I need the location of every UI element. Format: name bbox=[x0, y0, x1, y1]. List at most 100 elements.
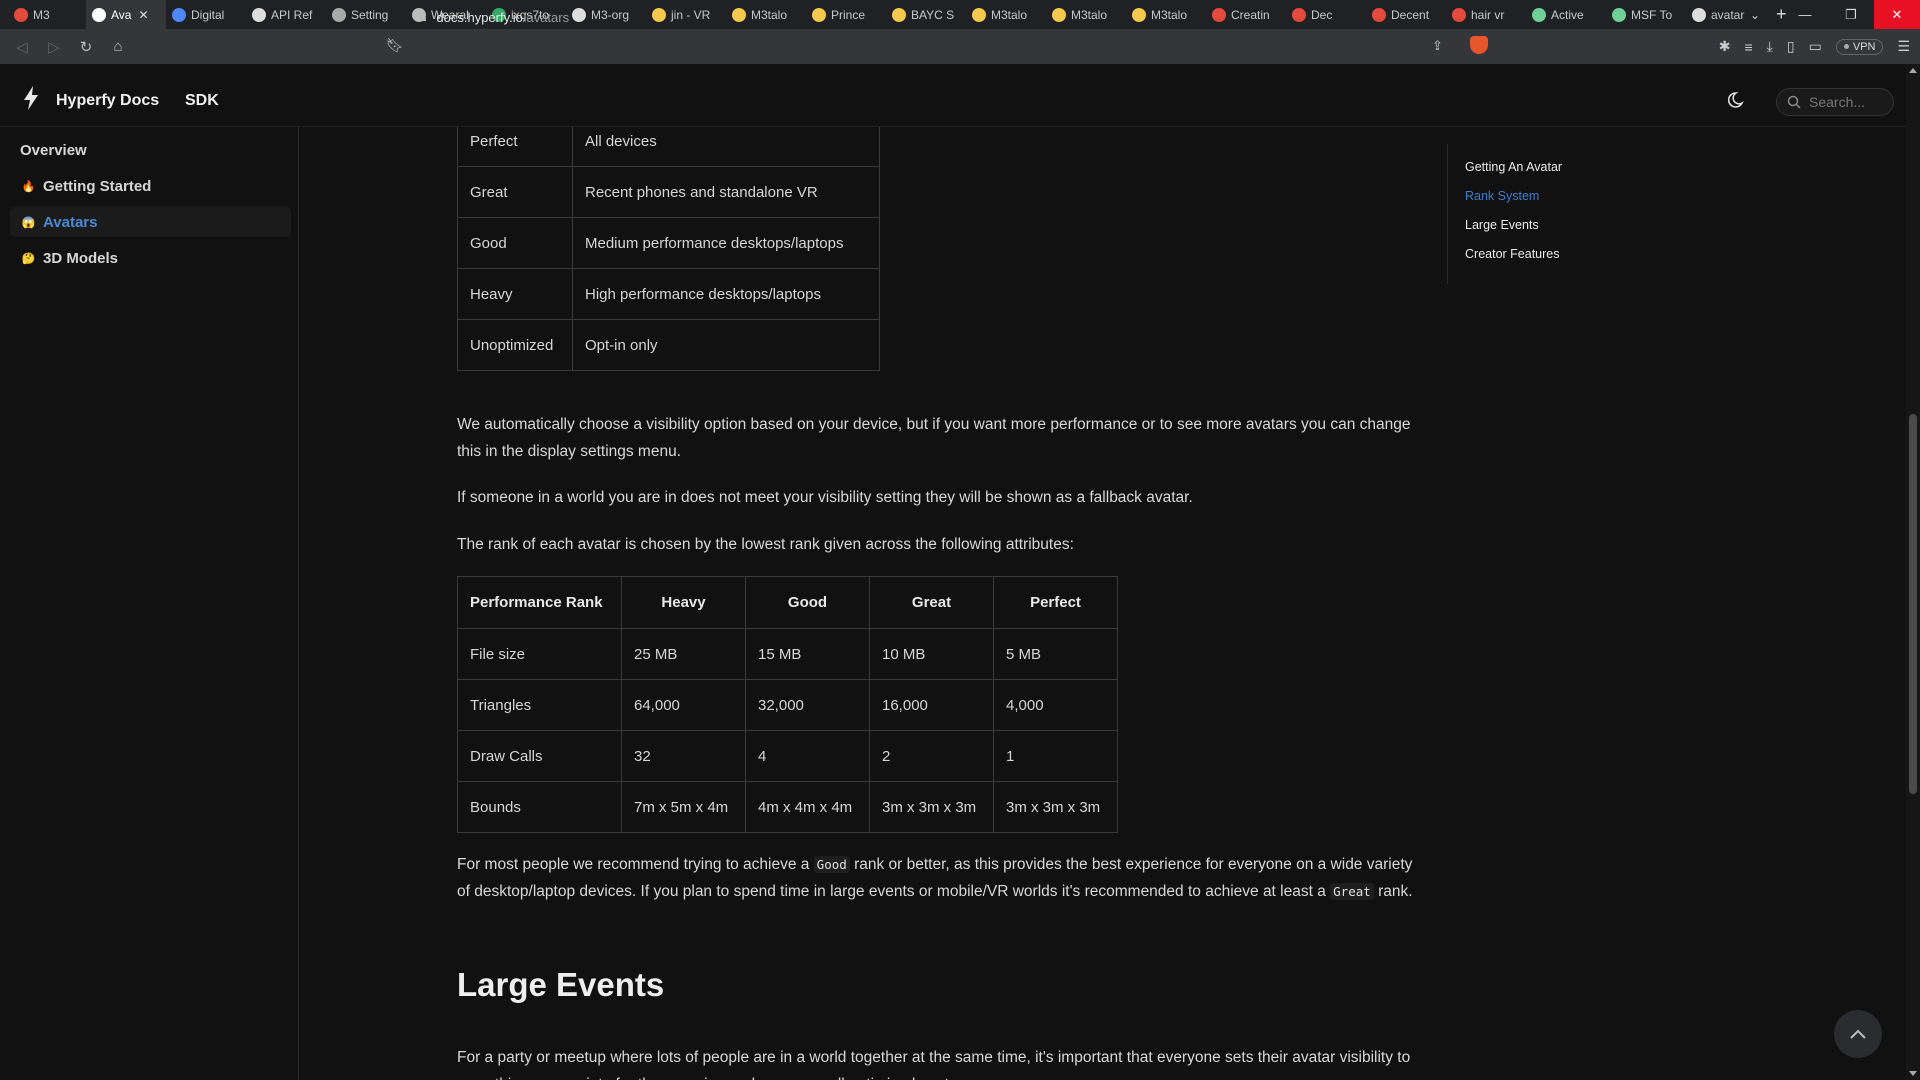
toc-link-creator-features[interactable]: Creator Features bbox=[1465, 247, 1627, 261]
tab-favicon-icon bbox=[172, 7, 186, 22]
search-input[interactable]: Search... bbox=[1776, 88, 1894, 116]
toc-link-rank-system[interactable]: Rank System bbox=[1465, 189, 1627, 203]
url-path: /avatars bbox=[522, 10, 570, 25]
bookmark-icon[interactable]: 🔖︎ bbox=[386, 37, 404, 54]
text-run: rank. bbox=[1373, 883, 1413, 900]
table-cell: Good bbox=[457, 217, 573, 269]
search-icon bbox=[1787, 95, 1801, 109]
sdk-link[interactable]: SDK bbox=[185, 92, 219, 110]
table-row: Bounds 7m x 5m x 4m 4m x 4m x 4m 3m x 3m… bbox=[457, 781, 1118, 833]
table-cell: 2 bbox=[869, 730, 994, 782]
browser-tab[interactable]: MSF To bbox=[1606, 0, 1686, 29]
sidebar-item-avatars[interactable]: 😱 Avatars bbox=[10, 207, 291, 237]
forward-arrow-icon[interactable]: ▷ bbox=[38, 31, 70, 63]
performance-rank-table: Performance Rank Heavy Good Great Perfec… bbox=[457, 576, 1118, 833]
table-cell: 32,000 bbox=[745, 679, 870, 731]
table-cell: 5 MB bbox=[993, 628, 1118, 680]
sidebar-toggle-icon[interactable]: ▯ bbox=[1787, 38, 1795, 55]
table-cell: 1 bbox=[993, 730, 1118, 782]
extensions-puzzle-icon[interactable]: ✱ bbox=[1719, 38, 1731, 55]
lock-icon: 🔒︎ bbox=[420, 10, 427, 24]
toc-link-getting-an-avatar[interactable]: Getting An Avatar bbox=[1465, 160, 1627, 174]
scroll-down-arrow-icon[interactable] bbox=[1909, 1071, 1917, 1076]
browser-tab[interactable]: M3 bbox=[8, 0, 86, 29]
table-cell: 32 bbox=[621, 730, 746, 782]
text-run: For most people we recommend trying to a… bbox=[457, 856, 814, 873]
download-icon[interactable]: ⤓ bbox=[1767, 38, 1773, 55]
paragraph-rank-attributes: The rank of each avatar is chosen by the… bbox=[457, 536, 1074, 553]
vpn-button[interactable]: VPN bbox=[1835, 38, 1884, 55]
table-cell: High performance desktops/laptops bbox=[572, 268, 880, 320]
share-icon[interactable]: ⇪ bbox=[1432, 38, 1443, 54]
wallet-icon[interactable]: ▭ bbox=[1809, 38, 1822, 55]
browser-tab[interactable]: Setting bbox=[326, 0, 406, 29]
table-row: Great Recent phones and standalone VR bbox=[457, 166, 880, 218]
reload-icon[interactable]: ↻ bbox=[70, 31, 102, 63]
home-icon[interactable]: ⌂ bbox=[102, 31, 134, 63]
table-header-row: Performance Rank Heavy Good Great Perfec… bbox=[457, 576, 1118, 629]
scroll-up-arrow-icon[interactable] bbox=[1909, 68, 1917, 73]
paragraph-fallback-avatar: If someone in a world you are in does no… bbox=[457, 489, 1193, 506]
table-cell: File size bbox=[457, 628, 622, 680]
site-title[interactable]: Hyperfy Docs bbox=[56, 92, 159, 110]
tab-search-chevron-icon[interactable]: ⌄ bbox=[1740, 0, 1770, 29]
lightning-logo-icon[interactable] bbox=[22, 86, 40, 110]
table-cell: 25 MB bbox=[621, 628, 746, 680]
minimize-button[interactable]: — bbox=[1782, 0, 1828, 29]
table-row: Draw Calls 32 4 2 1 bbox=[457, 730, 1118, 782]
back-arrow-icon[interactable]: ◁ bbox=[6, 31, 38, 63]
inline-code-good: Good bbox=[813, 856, 850, 873]
browser-extensions: ✱ ≡ ⤓ ▯ ▭ VPN ☰ bbox=[1719, 29, 1910, 64]
tab-favicon-icon bbox=[1532, 7, 1546, 22]
table-cell: 4m x 4m x 4m bbox=[745, 781, 870, 833]
back-to-top-button[interactable] bbox=[1834, 1010, 1882, 1058]
browser-tab[interactable]: API Ref bbox=[246, 0, 326, 29]
table-cell: All devices bbox=[572, 127, 880, 167]
visibility-table: Perfect All devices Great Recent phones an… bbox=[457, 127, 880, 371]
sidebar-item-overview[interactable]: Overview bbox=[10, 135, 291, 165]
moon-icon[interactable] bbox=[1728, 90, 1748, 110]
sidebar-item-getting-started[interactable]: 🔥 Getting Started bbox=[10, 171, 291, 201]
table-cell: 7m x 5m x 4m bbox=[621, 781, 746, 833]
browser-tab[interactable]: Ava ✕ bbox=[86, 0, 166, 29]
restore-button[interactable]: ❐ bbox=[1828, 0, 1874, 29]
thinking-face-icon: 🤔 bbox=[21, 252, 36, 265]
tab-favicon-icon bbox=[92, 7, 106, 22]
table-cell: 3m x 3m x 3m bbox=[993, 781, 1118, 833]
chevron-up-icon bbox=[1850, 1029, 1866, 1039]
menu-icon[interactable]: ☰ bbox=[1897, 38, 1910, 55]
sidebar-item-3d-models[interactable]: 🤔 3D Models bbox=[10, 243, 291, 273]
table-cell: Heavy bbox=[457, 268, 573, 320]
page-scrollbar[interactable] bbox=[1906, 64, 1920, 1080]
browser-tab[interactable]: Digital bbox=[166, 0, 246, 29]
column-header: Good bbox=[745, 576, 870, 629]
tab-favicon-icon bbox=[14, 7, 28, 22]
browser-tab[interactable]: Active bbox=[1526, 0, 1606, 29]
address-bar[interactable]: 🔒︎ docs.hyperfy.io/avatars bbox=[420, 4, 1502, 31]
window-controls: — ❐ ✕ bbox=[1782, 0, 1920, 29]
paragraph-large-events: For a party or meetup where lots of peop… bbox=[457, 1049, 1411, 1080]
brave-shields-icon[interactable] bbox=[1470, 36, 1488, 54]
close-window-button[interactable]: ✕ bbox=[1874, 0, 1920, 29]
vpn-label: VPN bbox=[1852, 40, 1876, 53]
sidebar-item-label: Avatars bbox=[43, 213, 98, 231]
toc-link-large-events[interactable]: Large Events bbox=[1465, 218, 1627, 232]
table-cell: Recent phones and standalone VR bbox=[572, 166, 880, 218]
main-content: Perfect All devices Great Recent phones an… bbox=[457, 127, 1417, 1080]
site-header: Hyperfy Docs SDK Search... bbox=[0, 64, 1906, 127]
tab-label: Ava bbox=[111, 7, 132, 22]
fire-icon: 🔥 bbox=[21, 180, 36, 193]
tab-close-icon[interactable]: ✕ bbox=[138, 8, 148, 22]
column-header: Heavy bbox=[621, 576, 746, 629]
column-header: Great bbox=[869, 576, 994, 629]
inline-code-great: Great bbox=[1330, 883, 1374, 900]
scrollbar-thumb[interactable] bbox=[1909, 414, 1917, 794]
browser-toolbar: ◁ ▷ ↻ ⌂ bbox=[0, 29, 1920, 64]
table-cell: Draw Calls bbox=[457, 730, 622, 782]
table-cell: Unoptimized bbox=[457, 319, 573, 371]
tab-favicon-icon bbox=[1692, 7, 1706, 22]
playlist-icon[interactable]: ≡ bbox=[1744, 39, 1752, 55]
heading-large-events: Large Events bbox=[457, 966, 665, 1003]
sidebar-item-label: Overview bbox=[20, 141, 87, 159]
sidebar-item-label: Getting Started bbox=[43, 177, 152, 195]
